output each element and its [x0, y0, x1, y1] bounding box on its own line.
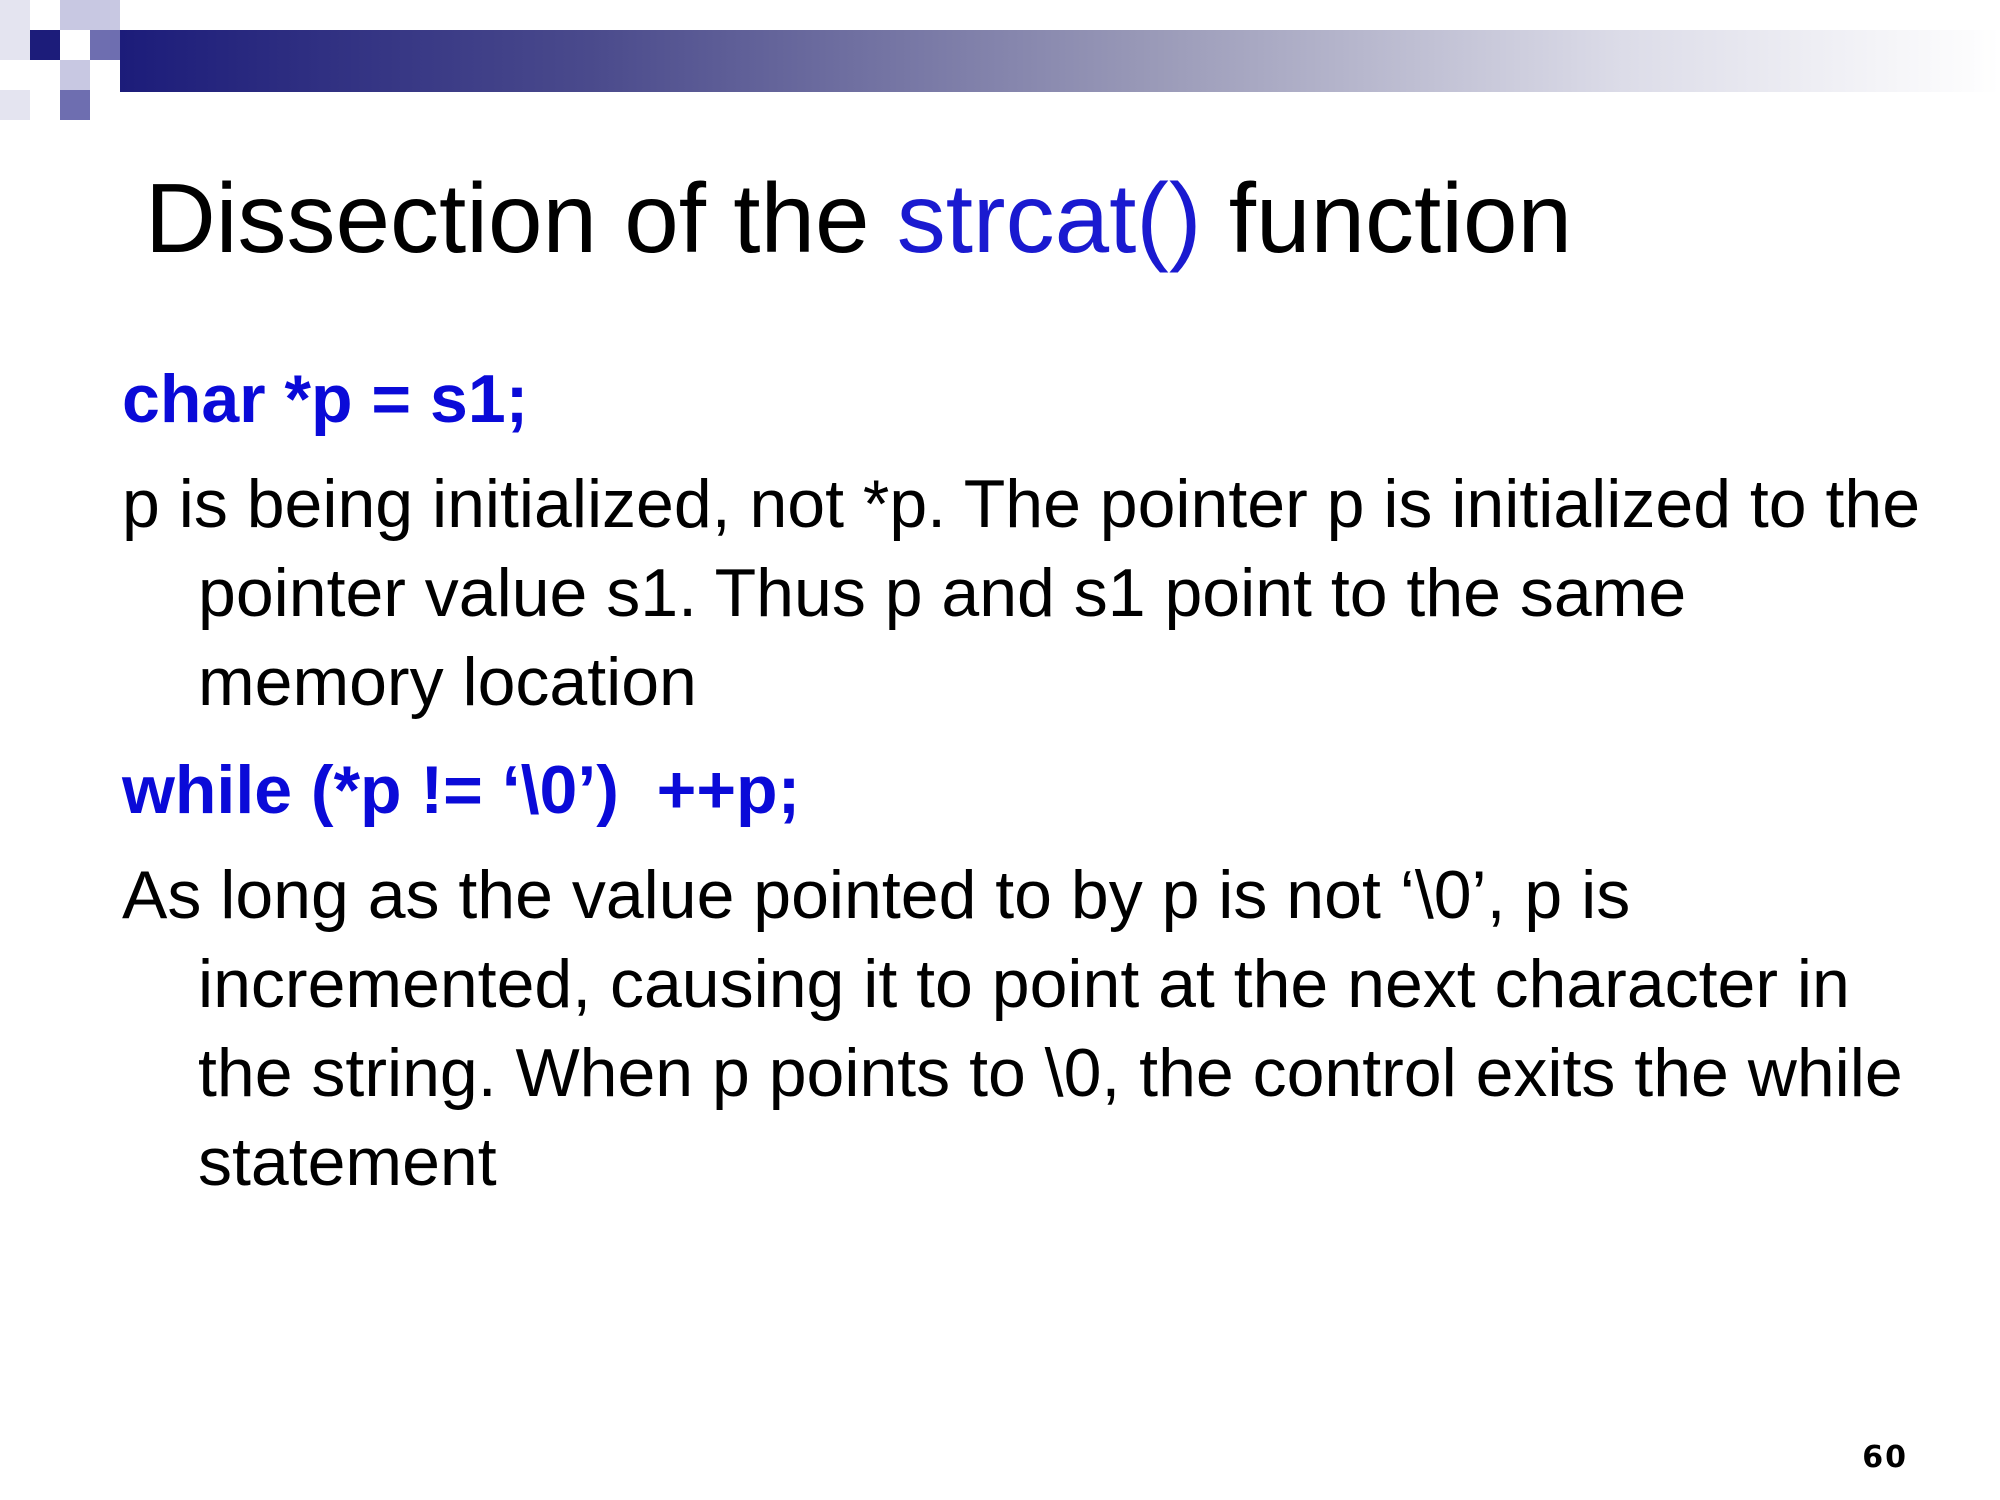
page-number: 60 — [1862, 1440, 1908, 1475]
decor-square — [30, 30, 60, 60]
decor-square — [0, 0, 30, 30]
header-gradient-band — [120, 30, 2000, 92]
slide-body: char *p = s1; p is being initialized, no… — [122, 358, 1942, 1229]
slide-title-accent: strcat() — [896, 163, 1202, 273]
slide-title-prefix: Dissection of the — [145, 163, 897, 273]
decor-square — [60, 90, 90, 120]
explanation-paragraph-1: p is being initialized, not *p. The poin… — [122, 466, 1921, 720]
decor-square — [0, 90, 30, 120]
code-line-2: while (*p != ‘\0’) ++p; — [122, 752, 801, 828]
decor-square — [90, 0, 120, 30]
decor-square — [60, 60, 90, 90]
slide-title: Dissection of the strcat() function — [145, 158, 1572, 278]
explanation-paragraph-2: As long as the value pointed to by p is … — [122, 857, 1903, 1200]
decor-square — [60, 0, 90, 30]
slide-title-suffix: function — [1201, 163, 1573, 273]
decor-square — [0, 30, 30, 60]
decor-square — [90, 30, 120, 60]
code-line-1: char *p = s1; — [122, 361, 529, 437]
